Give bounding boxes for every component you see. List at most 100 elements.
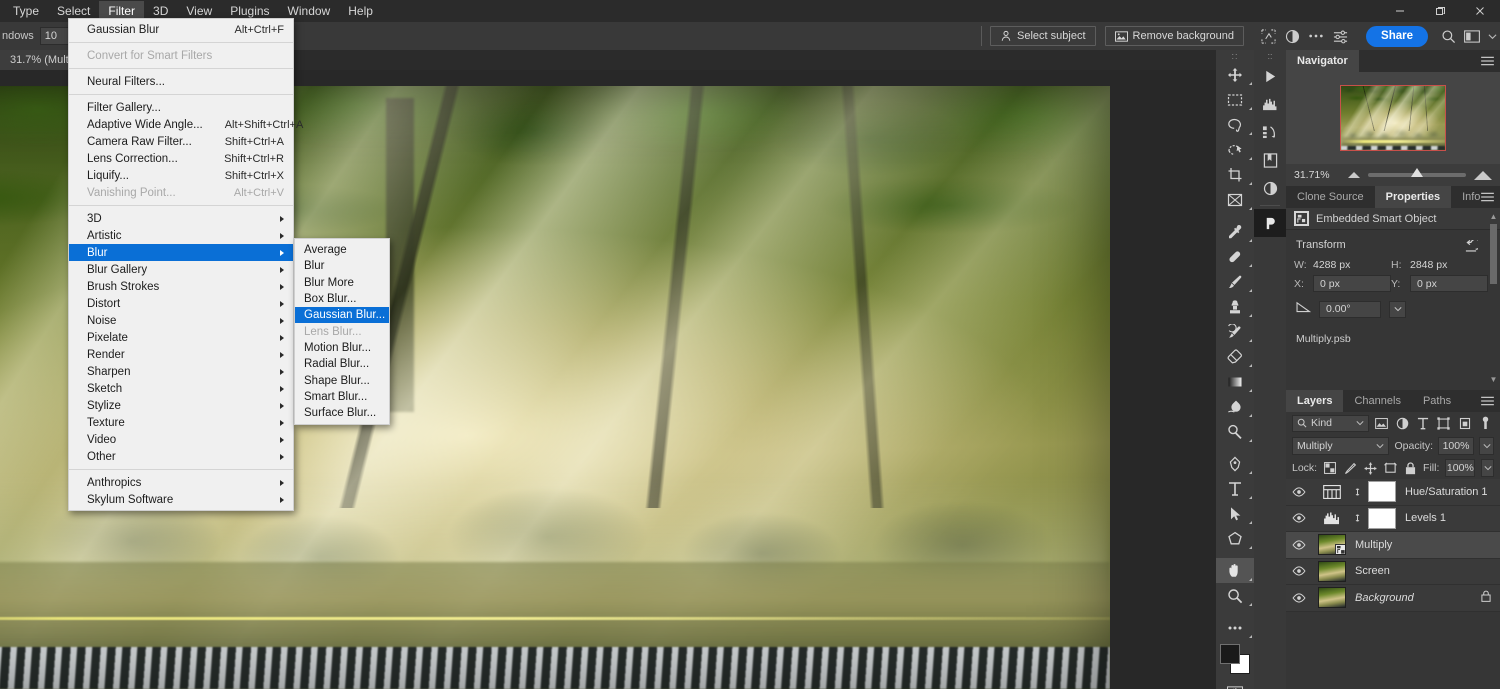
filter-type-icon[interactable] [1415, 415, 1432, 432]
filter-menu-item-noise[interactable]: Noise [69, 312, 293, 329]
filter-pixel-icon[interactable] [1373, 415, 1390, 432]
scroll-down-chevron-icon[interactable]: ▼ [1489, 375, 1498, 384]
tools-panel-grip[interactable]: :: [1216, 50, 1254, 62]
navigator-preview[interactable] [1286, 72, 1500, 164]
more-options-icon[interactable] [1304, 25, 1328, 47]
blur-submenu-item-blur[interactable]: Blur [295, 258, 389, 274]
filter-menu-item-lens-correction[interactable]: Lens Correction...Shift+Ctrl+R [69, 150, 293, 167]
filter-menu-item-blur[interactable]: Blur [69, 244, 293, 261]
fill-value[interactable]: 100% [1445, 459, 1475, 477]
layer-list[interactable]: Hue/Saturation 1Levels 1MultiplyScreenBa… [1286, 479, 1500, 612]
blur-tool[interactable] [1216, 394, 1254, 419]
layer-row[interactable]: Hue/Saturation 1 [1286, 479, 1500, 506]
filter-shape-icon[interactable] [1436, 415, 1453, 432]
close-button[interactable] [1460, 0, 1500, 22]
libraries-icon[interactable] [1254, 146, 1286, 174]
layer-visibility-eye-icon[interactable] [1286, 487, 1312, 497]
layer-visibility-eye-icon[interactable] [1286, 540, 1312, 550]
filter-menu-item-filter-gallery[interactable]: Filter Gallery... [69, 99, 293, 116]
opacity-value[interactable]: 100% [1438, 437, 1474, 455]
layers-panel-menu-icon[interactable] [1481, 390, 1494, 412]
pen-tool[interactable] [1216, 451, 1254, 476]
lock-transparent-pixels-icon[interactable] [1323, 460, 1337, 477]
layer-visibility-eye-icon[interactable] [1286, 513, 1312, 523]
x-input[interactable]: 0 px [1313, 275, 1391, 292]
eyedropper-tool[interactable] [1216, 219, 1254, 244]
filter-menu-item-adaptive-wide-angle[interactable]: Adaptive Wide Angle...Alt+Shift+Ctrl+A [69, 116, 293, 133]
lock-position-icon[interactable] [1363, 460, 1377, 477]
levels-icon[interactable] [1318, 508, 1346, 529]
properties-scrollbar-thumb[interactable] [1490, 224, 1497, 284]
angle-chevron-down-icon[interactable] [1389, 301, 1406, 318]
quick-mask-icon[interactable] [1216, 680, 1254, 689]
tab-properties[interactable]: Properties [1375, 186, 1451, 208]
zoom-in-mountain-icon[interactable] [1474, 171, 1492, 180]
layer-row[interactable]: Multiply [1286, 532, 1500, 559]
adjustment-icon[interactable] [1280, 25, 1304, 47]
blur-submenu-item-gaussian-blur[interactable]: Gaussian Blur... [295, 307, 389, 323]
scroll-up-chevron-icon[interactable]: ▲ [1489, 212, 1498, 221]
blend-mode-select[interactable]: Multiply [1292, 437, 1389, 455]
filter-menu-item-render[interactable]: Render [69, 346, 293, 363]
filter-adjustment-icon[interactable] [1394, 415, 1411, 432]
layer-thumbnail[interactable] [1318, 534, 1346, 555]
spot-healing-brush-tool[interactable] [1216, 244, 1254, 269]
properties-panel-menu-icon[interactable] [1481, 186, 1494, 208]
filter-menu-item-video[interactable]: Video [69, 431, 293, 448]
filter-menu-item-blur-gallery[interactable]: Blur Gallery [69, 261, 293, 278]
zoom-slider-knob[interactable] [1411, 168, 1423, 177]
filter-menu-item-camera-raw-filter[interactable]: Camera Raw Filter...Shift+Ctrl+A [69, 133, 293, 150]
blur-submenu-item-motion-blur[interactable]: Motion Blur... [295, 340, 389, 356]
layer-row[interactable]: Screen [1286, 559, 1500, 586]
clone-stamp-tool[interactable] [1216, 294, 1254, 319]
layer-filter-kind-select[interactable]: Kind [1292, 415, 1369, 432]
tab-navigator[interactable]: Navigator [1286, 50, 1359, 72]
zoom-tool[interactable] [1216, 583, 1254, 608]
search-icon[interactable] [1436, 25, 1460, 47]
lock-image-pixels-icon[interactable] [1343, 460, 1357, 477]
filter-menu[interactable]: Gaussian BlurAlt+Ctrl+FConvert for Smart… [68, 18, 294, 511]
layer-mask-thumbnail[interactable] [1368, 481, 1396, 502]
y-input[interactable]: 0 px [1410, 275, 1488, 292]
layer-filter-chevron-down-icon[interactable] [1356, 417, 1364, 429]
lock-artboard-nesting-icon[interactable] [1383, 460, 1397, 477]
blur-submenu-item-smart-blur[interactable]: Smart Blur... [295, 389, 389, 405]
eraser-tool[interactable] [1216, 344, 1254, 369]
navigator-zoom-percent[interactable]: 31.71% [1294, 169, 1340, 181]
share-button[interactable]: Share [1366, 26, 1428, 47]
brush-tool[interactable] [1216, 269, 1254, 294]
filter-menu-item-sharpen[interactable]: Sharpen [69, 363, 293, 380]
layer-mask-link-icon[interactable] [1350, 512, 1364, 524]
path-selection-tool[interactable] [1216, 501, 1254, 526]
hue-saturation-icon[interactable] [1318, 481, 1346, 502]
select-subject-button[interactable]: Select subject [990, 26, 1095, 46]
fill-chevron-down-icon[interactable] [1481, 459, 1494, 477]
hand-tool[interactable] [1216, 558, 1254, 583]
filter-menu-item-distort[interactable]: Distort [69, 295, 293, 312]
lock-all-icon[interactable] [1403, 460, 1417, 477]
zoom-slider[interactable] [1368, 173, 1466, 177]
settings-sliders-icon[interactable] [1328, 25, 1352, 47]
filter-menu-item-gaussian-blur[interactable]: Gaussian BlurAlt+Ctrl+F [69, 21, 293, 38]
filter-menu-item-skylum-software[interactable]: Skylum Software [69, 491, 293, 508]
filter-menu-item-brush-strokes[interactable]: Brush Strokes [69, 278, 293, 295]
panel-rail-grip[interactable]: :: [1254, 50, 1286, 62]
navigator-thumbnail[interactable] [1340, 85, 1446, 151]
filter-menu-item-pixelate[interactable]: Pixelate [69, 329, 293, 346]
tab-paths[interactable]: Paths [1412, 390, 1462, 412]
edit-toolbar[interactable] [1216, 615, 1254, 640]
tab-clone-source[interactable]: Clone Source [1286, 186, 1375, 208]
actions-play-icon[interactable] [1254, 62, 1286, 90]
history-brush-tool[interactable] [1216, 319, 1254, 344]
object-selection-tool[interactable] [1216, 137, 1254, 162]
filter-toggle-icon[interactable] [1477, 415, 1494, 432]
reset-icon[interactable] [1464, 240, 1478, 258]
layer-visibility-eye-icon[interactable] [1286, 593, 1312, 603]
layer-mask-thumbnail[interactable] [1368, 508, 1396, 529]
dodge-tool[interactable] [1216, 419, 1254, 444]
adjustments-halfcircle-icon[interactable] [1254, 174, 1286, 202]
layer-row[interactable]: Background [1286, 585, 1500, 612]
layer-visibility-eye-icon[interactable] [1286, 566, 1312, 576]
remove-background-button[interactable]: Remove background [1105, 26, 1245, 46]
discover-icon[interactable] [1254, 209, 1286, 237]
